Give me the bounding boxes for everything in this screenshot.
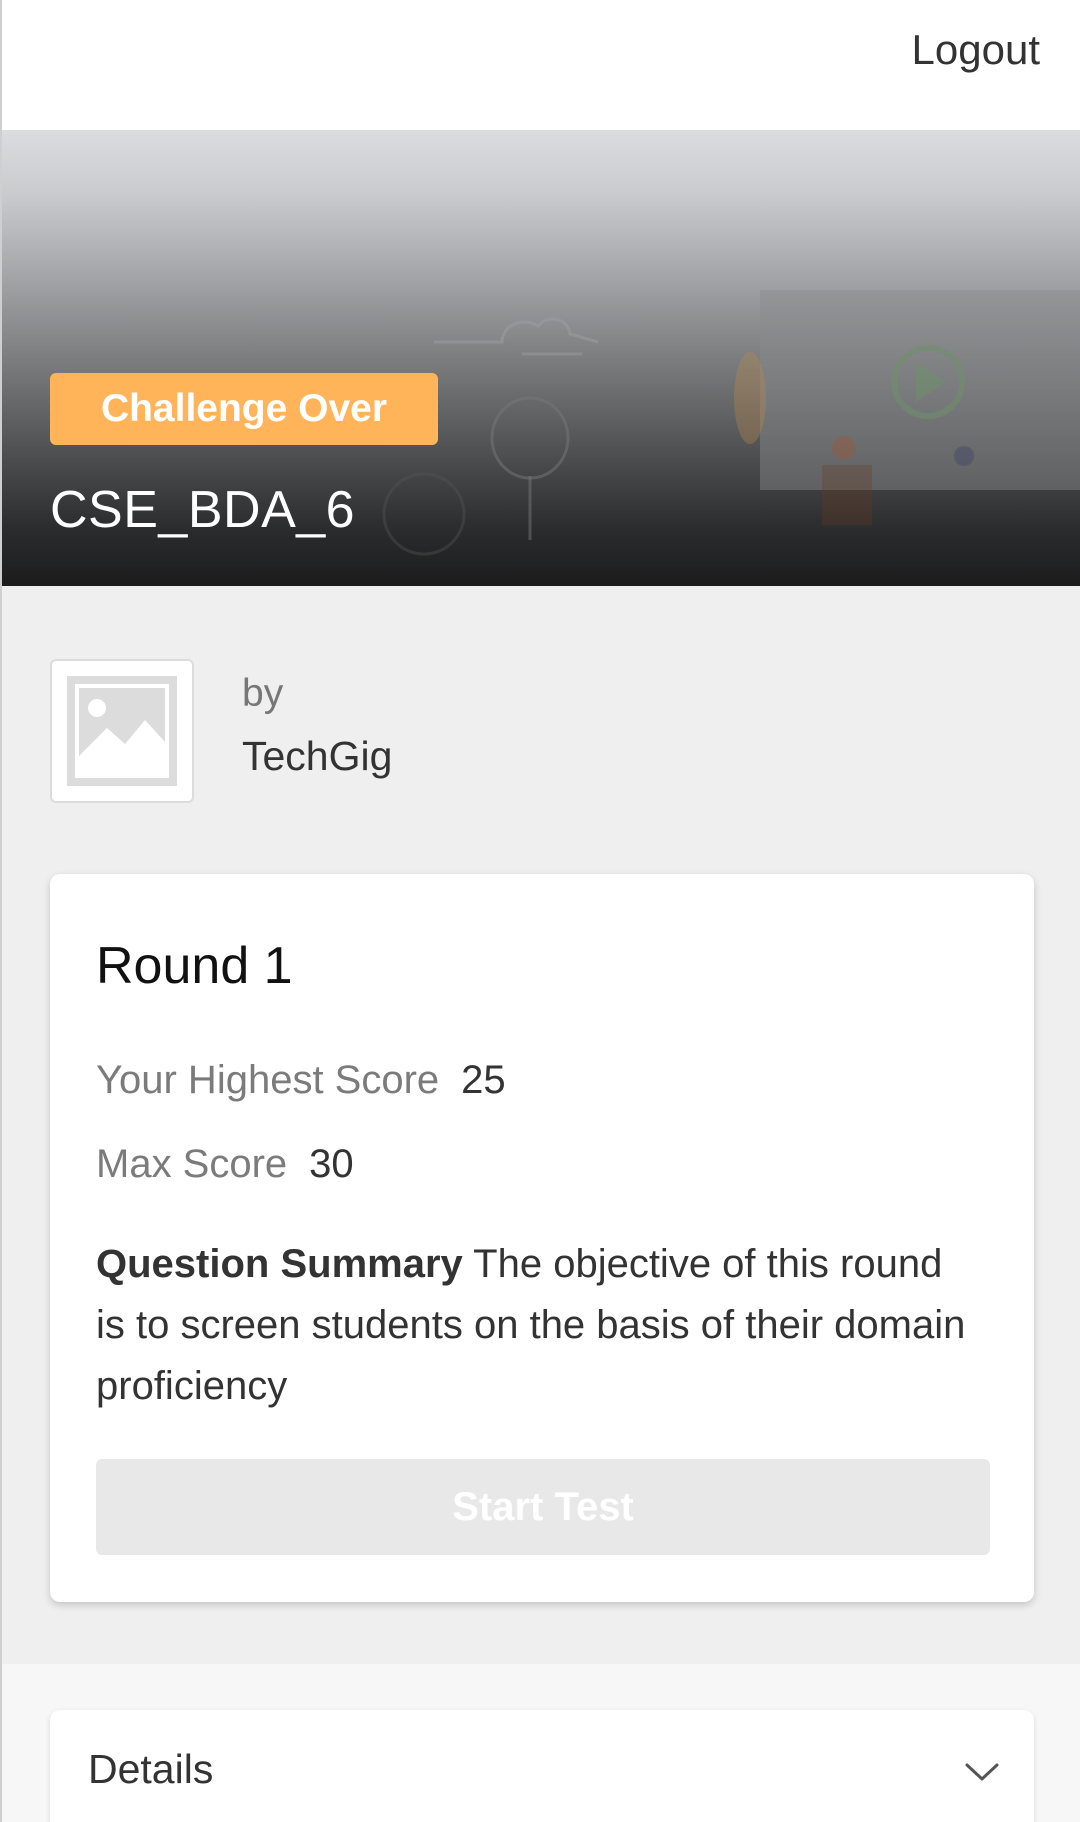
highest-score-value: 25 [461, 1058, 506, 1102]
max-score-label: Max Score [96, 1142, 288, 1186]
question-summary-label: Question Summary [96, 1242, 463, 1286]
status-badge: Challenge Over [50, 373, 438, 445]
chevron-down-icon[interactable] [964, 1760, 1000, 1784]
highest-score-label: Your Highest Score [96, 1058, 440, 1102]
image-placeholder-icon [67, 676, 177, 786]
logout-link[interactable]: Logout [912, 26, 1040, 74]
organizer-name: TechGig [242, 733, 393, 779]
start-test-button[interactable]: Start Test [96, 1459, 990, 1555]
question-summary: Question Summary The objective of this r… [96, 1234, 976, 1417]
details-label: Details [88, 1746, 214, 1792]
round-card: Round 1 Your Highest Score 25 Max Score 30… [50, 874, 1034, 1602]
organizer-by-label: by [242, 672, 284, 715]
details-accordion[interactable]: Details [50, 1710, 1034, 1822]
max-score-value: 30 [309, 1142, 354, 1186]
max-score-row: Max Score 30 [96, 1142, 354, 1187]
challenge-title: CSE_BDA_6 [50, 481, 356, 539]
challenge-page: Logout Challenge Over CSE_BDA_6 by TechG… [0, 0, 1080, 1822]
highest-score-row: Your Highest Score 25 [96, 1058, 506, 1103]
organizer-logo [50, 659, 194, 803]
top-bar: Logout [2, 0, 1080, 130]
round-title: Round 1 [96, 937, 293, 995]
challenge-banner: Challenge Over CSE_BDA_6 [2, 130, 1080, 586]
